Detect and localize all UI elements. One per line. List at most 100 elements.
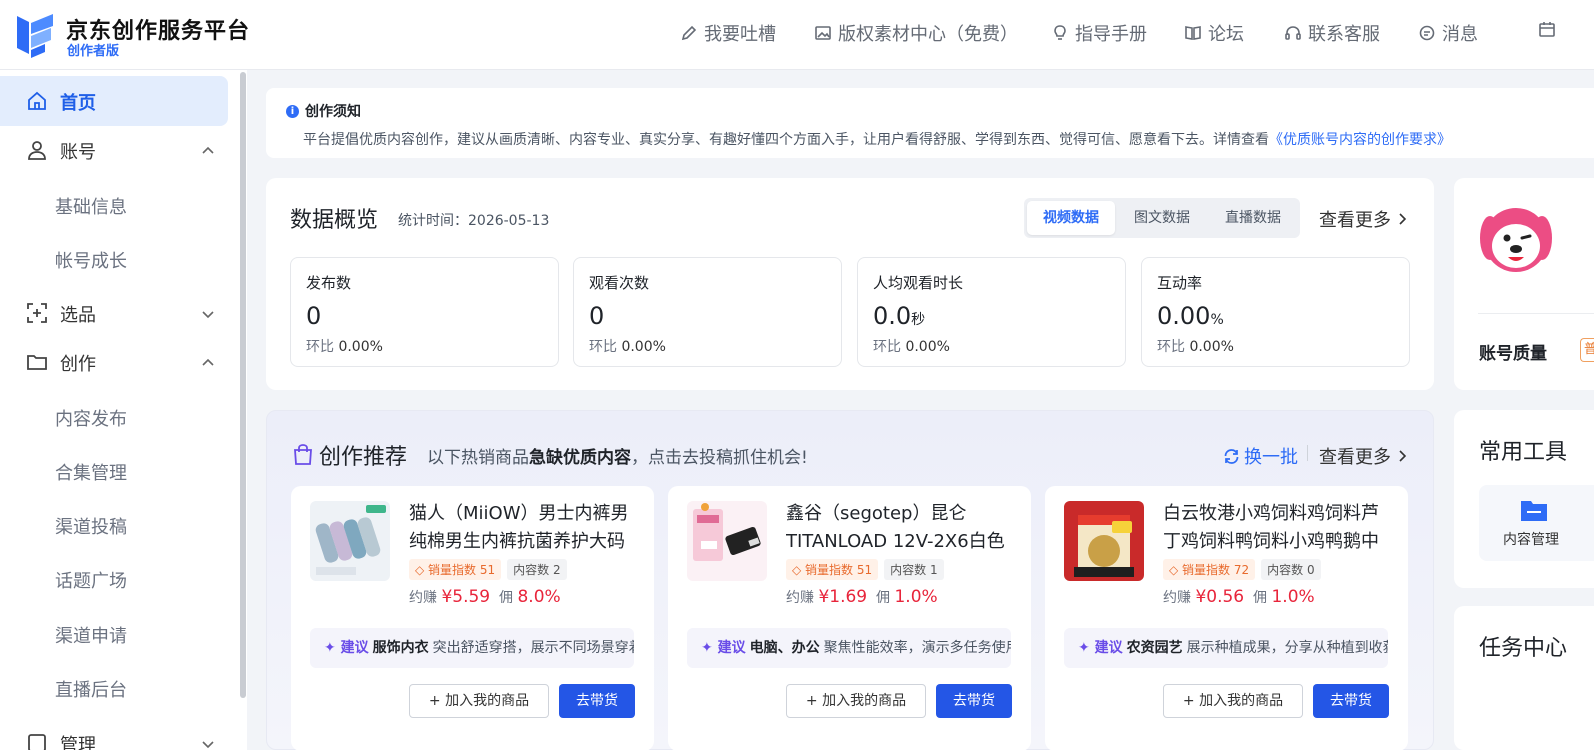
product-tags: ◇ 销量指数 51 内容数 1	[786, 559, 944, 580]
product-card: 白云牧港小鸡饲料鸡饲料芦丁鸡饲料鸭饲料小鸡鸭鹅中鸡饲料 ◇ 销量指数 72 内容…	[1045, 486, 1408, 750]
nav-copyright-assets-label: 版权素材中心（免费）	[838, 24, 1018, 45]
sidebar-item-account[interactable]: 账号	[0, 125, 228, 175]
account-card-divider	[1478, 313, 1594, 314]
recommend-more-link[interactable]: 查看更多	[1319, 443, 1409, 469]
recommend-header: 创作推荐 以下热销商品急缺优质内容，点击去投稿抓住机会!	[291, 439, 808, 471]
manage-icon	[28, 734, 46, 750]
swap-batch-button[interactable]: 换一批	[1223, 443, 1298, 469]
notice-title-text: 创作须知	[305, 104, 361, 120]
stat-card-views: 观看次数 0 环比 0.00%	[573, 257, 842, 367]
sidebar-item-account-label: 账号	[60, 142, 96, 163]
account-quality-badge: 普	[1580, 338, 1594, 362]
cable-product-image	[687, 501, 767, 581]
sidebar-item-live-backend[interactable]: 直播后台	[55, 676, 127, 702]
recommend-subtitle: 以下热销商品急缺优质内容，点击去投稿抓住机会!	[427, 447, 808, 468]
go-sell-button[interactable]: 去带货	[936, 684, 1012, 718]
product-image[interactable]	[1064, 501, 1144, 581]
go-sell-button[interactable]: 去带货	[559, 684, 635, 718]
product-tags: ◇ 销量指数 51 内容数 2	[409, 559, 567, 580]
sidebar-item-channel-apply[interactable]: 渠道申请	[55, 622, 127, 648]
nav-guide[interactable]: 指导手册	[1051, 20, 1147, 46]
sidebar-item-create-label: 创作	[60, 354, 96, 375]
sidebar-item-manage[interactable]: 管理	[0, 718, 228, 750]
suggestion-label: ✦ 建议	[324, 640, 369, 656]
common-tools-title: 常用工具	[1479, 440, 1568, 465]
product-earnings: 约赚 ¥1.69 佣 1.0%	[786, 587, 938, 607]
sidebar-item-collection-manage[interactable]: 合集管理	[55, 459, 127, 485]
swap-batch-label: 换一批	[1244, 447, 1298, 468]
sidebar-item-channel-submit[interactable]: 渠道投稿	[55, 513, 127, 539]
product-name[interactable]: 白云牧港小鸡饲料鸡饲料芦丁鸡饲料鸭饲料小鸡鸭鹅中鸡饲料	[1163, 500, 1393, 556]
notice-link[interactable]: 《优质账号内容的创作要求》	[1269, 132, 1451, 148]
sidebar-item-basic-info[interactable]: 基础信息	[55, 193, 127, 219]
stat-compare: 环比 0.00%	[589, 339, 666, 355]
book-icon	[1185, 26, 1201, 40]
sidebar-item-select[interactable]: 选品	[0, 288, 228, 338]
avatar[interactable]	[1478, 202, 1554, 278]
stat-compare: 环比 0.00%	[1157, 339, 1234, 355]
data-overview-card: 数据概览 统计时间：2026-05-13 视频数据 图文数据 直播数据 查看更多…	[266, 178, 1434, 390]
sales-index-badge: ◇ 销量指数 51	[409, 559, 502, 580]
overview-title: 数据概览	[290, 208, 379, 233]
nav-messages[interactable]: 消息	[1418, 20, 1478, 46]
stat-card-avg-watch-time: 人均观看时长 0.0秒 环比 0.00%	[857, 257, 1126, 367]
add-to-my-products-button[interactable]: + 加入我的商品	[786, 684, 926, 718]
stat-label: 观看次数	[589, 274, 650, 292]
content-count-badge: 内容数 0	[1261, 559, 1321, 580]
chevron-right-icon	[1399, 450, 1407, 462]
nav-customer-service-label: 联系客服	[1308, 24, 1380, 45]
chevron-down-icon	[202, 741, 214, 749]
recommend-more-label: 查看更多	[1319, 447, 1391, 468]
go-sell-button[interactable]: 去带货	[1313, 684, 1389, 718]
nav-forum-label: 论坛	[1208, 24, 1244, 45]
nav-copyright-assets[interactable]: 版权素材中心（免费）	[814, 20, 1018, 46]
folder-icon	[27, 355, 47, 370]
nav-calendar[interactable]	[1538, 20, 1556, 38]
add-to-my-products-button[interactable]: + 加入我的商品	[1163, 684, 1303, 718]
tab-image-text-data[interactable]: 图文数据	[1119, 201, 1205, 235]
sidebar-item-create[interactable]: 创作	[0, 337, 228, 387]
notice-text: 平台提倡优质内容创作，建议从画质清晰、内容专业、真实分享、有趣好懂四个方面入手，…	[303, 129, 1451, 149]
scan-add-icon	[27, 303, 47, 323]
underwear-product-image	[310, 501, 390, 581]
brand-logo[interactable]	[13, 12, 55, 58]
feed-product-image	[1064, 501, 1144, 581]
product-name[interactable]: 猫人（MiiOW）男士内裤男纯棉男生内裤抗菌养护大码宽松	[409, 500, 639, 556]
product-image[interactable]	[310, 501, 390, 581]
product-suggestion: ✦ 建议服饰内衣突出舒适穿搭，展示不同场景穿着效果	[310, 628, 634, 668]
top-header: 京东创作服务平台 创作者版 我要吐槽 版权素材中心（免费） 指导手册 论坛 联系…	[0, 0, 1594, 70]
nav-feedback[interactable]: 我要吐槽	[680, 20, 776, 46]
overview-more-link[interactable]: 查看更多	[1319, 206, 1409, 232]
sidebar-item-home[interactable]: 首页	[0, 76, 228, 126]
stat-label: 人均观看时长	[873, 274, 964, 292]
stat-label: 互动率	[1157, 274, 1203, 292]
suggestion-label: ✦ 建议	[701, 640, 746, 656]
account-quality-label: 账号质量	[1479, 344, 1547, 364]
account-card: 账号质量 普	[1454, 178, 1594, 390]
stat-compare: 环比 0.00%	[873, 339, 950, 355]
tab-live-data[interactable]: 直播数据	[1209, 201, 1297, 235]
sidebar-scrollbar[interactable]	[240, 72, 246, 698]
pen-icon	[681, 25, 697, 41]
content-count-badge: 内容数 2	[507, 559, 567, 580]
brand-subtitle: 创作者版	[67, 44, 120, 59]
tab-video-data[interactable]: 视频数据	[1027, 201, 1115, 235]
product-earnings: 约赚 ¥0.56 佣 1.0%	[1163, 587, 1315, 607]
recommend-title: 创作推荐	[319, 445, 408, 470]
nav-forum[interactable]: 论坛	[1184, 20, 1244, 46]
home-icon	[28, 91, 46, 110]
headset-icon	[1285, 26, 1301, 40]
sidebar-item-account-growth[interactable]: 帐号成长	[55, 247, 127, 273]
bulb-icon	[1054, 25, 1066, 40]
nav-customer-service[interactable]: 联系客服	[1284, 20, 1380, 46]
sidebar-item-home-label: 首页	[60, 93, 96, 114]
sidebar-item-content-publish[interactable]: 内容发布	[55, 405, 127, 431]
sidebar-item-topic-plaza[interactable]: 话题广场	[55, 567, 127, 593]
add-to-my-products-button[interactable]: + 加入我的商品	[409, 684, 549, 718]
product-image[interactable]	[687, 501, 767, 581]
product-name[interactable]: 鑫谷（segotep）昆仑TITANLOAD 12V-2X6白色强化线材	[786, 500, 1016, 556]
chevron-up-icon	[202, 358, 214, 366]
info-icon: i	[286, 104, 299, 118]
tool-content-manage[interactable]: 内容管理	[1479, 485, 1594, 561]
content-count-badge: 内容数 1	[884, 559, 944, 580]
